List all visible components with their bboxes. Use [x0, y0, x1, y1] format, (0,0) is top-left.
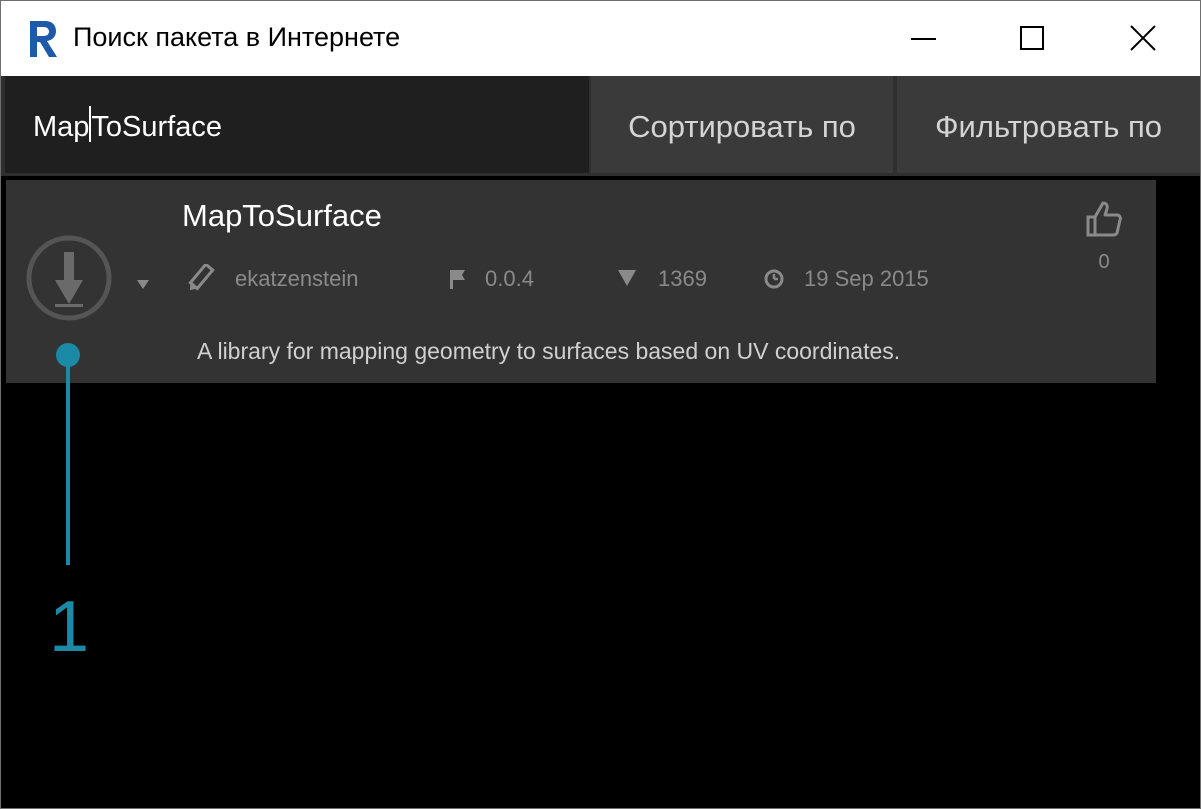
- like-count: 0: [1098, 251, 1110, 273]
- revit-logo-icon: [30, 21, 57, 57]
- filter-by-button[interactable]: Фильтровать по: [897, 76, 1200, 173]
- close-button[interactable]: [1087, 1, 1195, 76]
- package-search-window: Поиск пакета в Интернете MapToSurface Со…: [0, 0, 1201, 809]
- thumbs-up-icon[interactable]: [1084, 200, 1124, 238]
- sort-by-label: Сортировать по: [628, 109, 856, 144]
- maximize-button[interactable]: [977, 1, 1085, 76]
- search-text-before-caret: Map: [33, 111, 90, 143]
- chevron-down-icon[interactable]: [134, 275, 152, 293]
- package-author: ekatzenstein: [235, 266, 359, 291]
- clock-icon: [764, 269, 784, 289]
- search-text-after-caret: ToSurface: [91, 111, 222, 143]
- triangle-down-icon: [618, 270, 636, 286]
- callout-number: 1: [49, 587, 90, 667]
- search-input[interactable]: MapToSurface: [5, 76, 589, 173]
- search-toolbar: MapToSurface Сортировать по Фильтровать …: [1, 76, 1200, 176]
- callout-leader-line: [66, 357, 70, 565]
- title-bar: Поиск пакета в Интернете: [1, 1, 1200, 76]
- search-input-text: MapToSurface: [33, 106, 222, 144]
- window-title: Поиск пакета в Интернете: [73, 22, 401, 52]
- minimize-button[interactable]: [869, 1, 977, 76]
- package-name[interactable]: MapToSurface: [182, 198, 382, 234]
- pencil-icon: [188, 264, 215, 291]
- download-circle-icon[interactable]: [25, 234, 113, 322]
- package-date: 19 Sep 2015: [804, 266, 929, 291]
- close-icon: [1130, 25, 1156, 51]
- flag-icon: [450, 270, 465, 289]
- maximize-icon: [1020, 26, 1044, 50]
- package-downloads: 1369: [658, 266, 707, 291]
- package-description: A library for mapping geometry to surfac…: [197, 338, 901, 364]
- package-version: 0.0.4: [485, 266, 534, 291]
- package-result-card[interactable]: MapToSurface ekatzenstein 0.0.4 1369 19 …: [6, 180, 1156, 383]
- minimize-icon: [911, 38, 936, 40]
- sort-by-button[interactable]: Сортировать по: [591, 76, 893, 173]
- filter-by-label: Фильтровать по: [934, 109, 1163, 144]
